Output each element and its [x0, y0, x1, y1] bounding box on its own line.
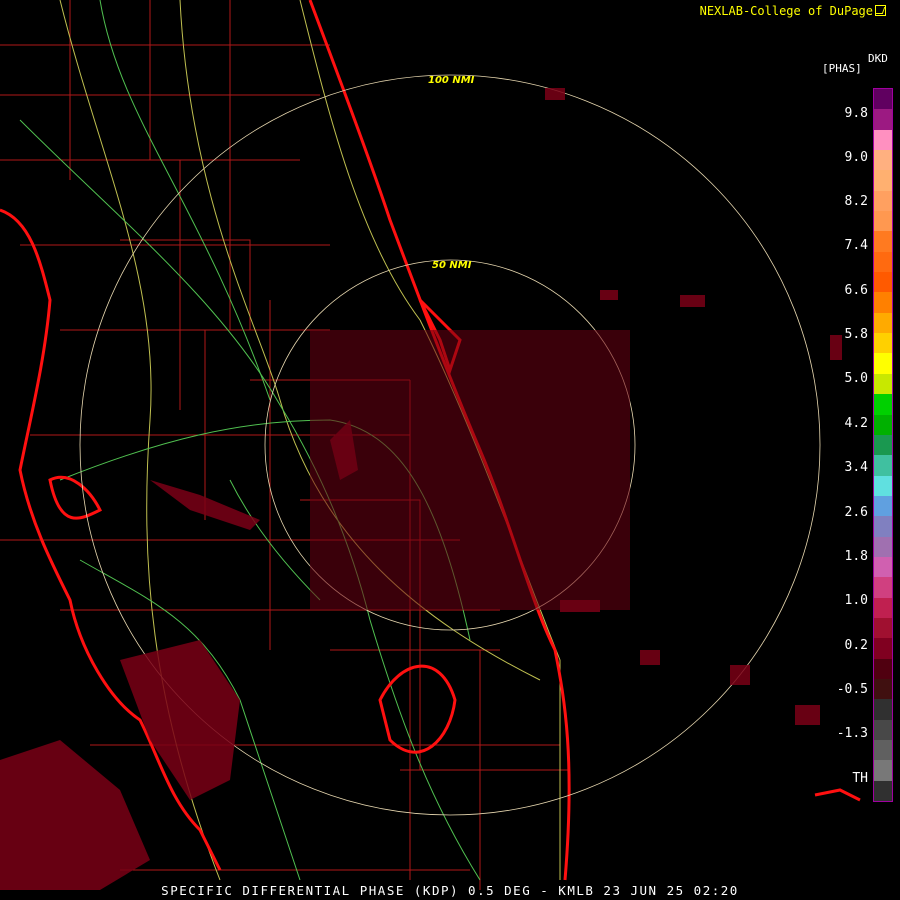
color-swatch: [874, 251, 892, 273]
color-swatch: [874, 109, 892, 130]
color-swatch: [874, 150, 892, 171]
color-swatch: [874, 536, 892, 557]
legend-tick-label: 7.4: [844, 238, 868, 253]
legend-tick-label: 9.8: [844, 106, 868, 121]
ring-label-100: 100 NMI: [428, 75, 475, 86]
color-swatch: [874, 312, 892, 334]
legend-tick-label: 5.0: [844, 371, 868, 386]
color-swatch: [874, 129, 892, 151]
legend-code: DKD: [868, 52, 888, 65]
legend-tick-label: 8.2: [844, 194, 868, 209]
color-swatch: [874, 211, 892, 232]
color-swatch: [874, 740, 892, 761]
color-swatch: [874, 658, 892, 679]
color-swatch: [874, 455, 892, 476]
color-scale-bar: [873, 88, 893, 802]
color-swatch: [874, 434, 892, 456]
color-swatch: [874, 577, 892, 598]
legend-tick-label: 5.8: [844, 327, 868, 342]
color-swatch: [874, 190, 892, 212]
legend-tick-label: 1.8: [844, 549, 868, 564]
legend-tick-label: -1.3: [836, 726, 868, 741]
color-swatch: [874, 292, 892, 313]
color-swatch: [874, 333, 892, 354]
color-swatch: [874, 272, 892, 293]
color-swatch: [874, 475, 892, 496]
logo-icon: [875, 5, 886, 16]
color-swatch: [874, 231, 892, 252]
color-swatch: [874, 353, 892, 374]
color-swatch: [874, 414, 892, 435]
radar-speckle: [310, 330, 630, 610]
color-swatch: [874, 495, 892, 517]
legend-tick-label: -0.5: [836, 682, 868, 697]
color-swatch: [874, 373, 892, 395]
color-swatch: [874, 638, 892, 659]
radar-map: 100 NMI 50 NMI: [0, 0, 861, 890]
legend-tick-label: 3.4: [844, 460, 868, 475]
product-title: SPECIFIC DIFFERENTIAL PHASE (KDP) 0.5 DE…: [161, 883, 739, 898]
color-swatch: [874, 556, 892, 578]
legend-tick-label: 4.2: [844, 416, 868, 431]
ring-label-50: 50 NMI: [432, 260, 472, 271]
color-swatch: [874, 89, 892, 110]
legend-tick-label: 0.2: [844, 638, 868, 653]
legend-tick-label: 9.0: [844, 150, 868, 165]
color-swatch: [874, 760, 892, 781]
color-swatch: [874, 394, 892, 415]
color-swatch: [874, 617, 892, 639]
color-swatch: [874, 780, 892, 802]
credit-label: NEXLAB-College of DuPage: [700, 4, 886, 18]
legend-tick-label: 2.6: [844, 505, 868, 520]
color-swatch: [874, 699, 892, 720]
legend-tick-label: 1.0: [844, 593, 868, 608]
color-swatch: [874, 516, 892, 537]
legend-unit: [PHAS]: [822, 62, 862, 75]
color-swatch: [874, 597, 892, 618]
legend-tick-label: 6.6: [844, 283, 868, 298]
legend-tick-label: TH: [852, 771, 868, 786]
color-swatch: [874, 678, 892, 700]
color-swatch: [874, 719, 892, 740]
color-swatch: [874, 170, 892, 191]
